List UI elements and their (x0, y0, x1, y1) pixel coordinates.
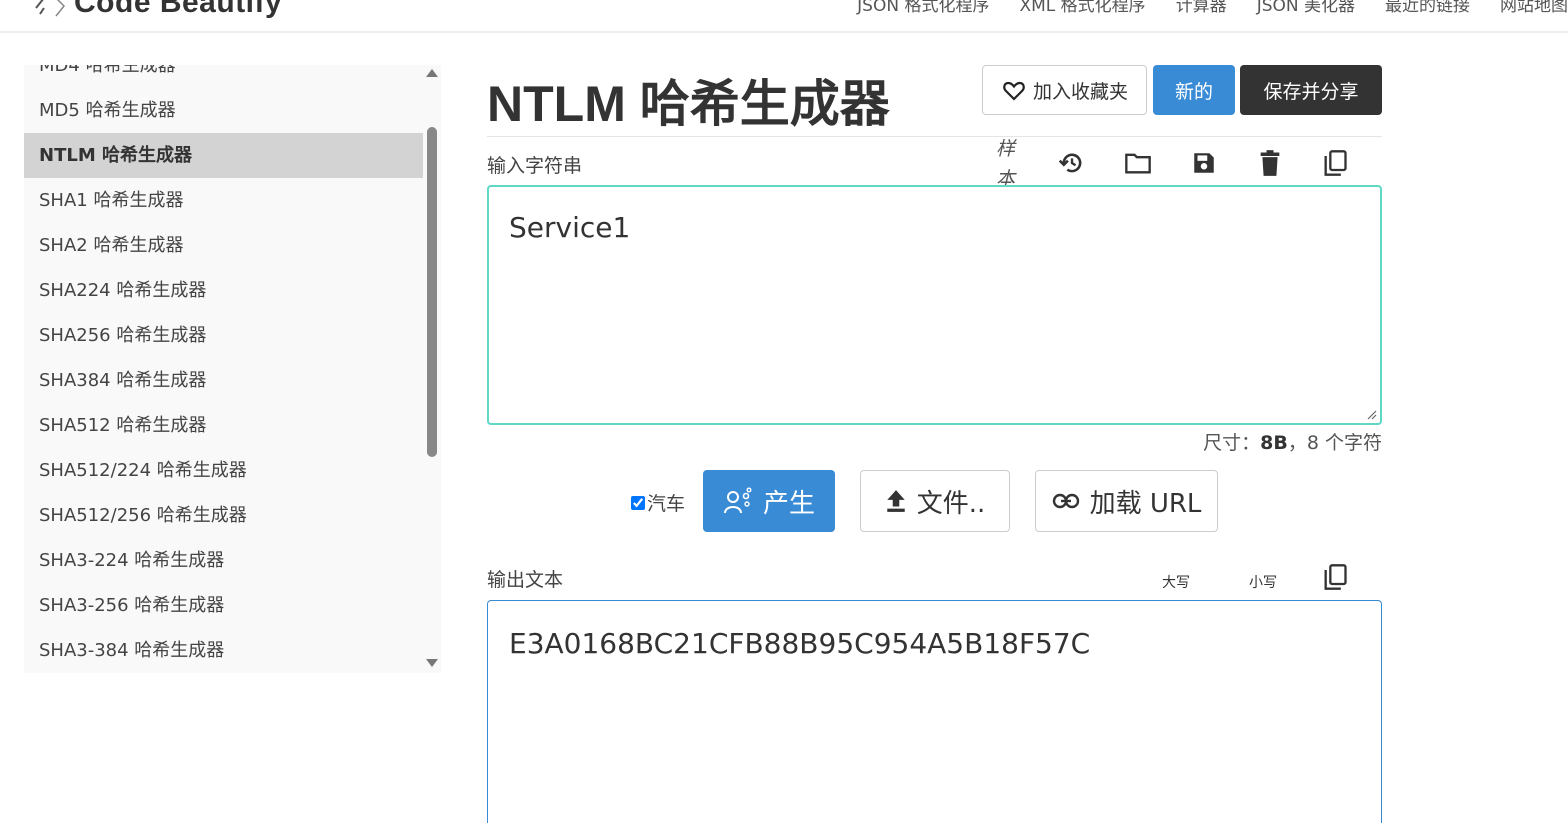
auto-checkbox[interactable] (631, 495, 645, 510)
sidebar-item-sha512[interactable]: SHA512 哈希生成器 (24, 403, 424, 448)
add-favorite-button[interactable]: 加入收藏夹 (982, 65, 1147, 115)
generate-label: 产生 (762, 488, 815, 519)
link-icon (1052, 493, 1079, 509)
sidebar-item-md4[interactable]: MD4 哈希生成器 (24, 65, 424, 88)
input-textarea[interactable]: Service1 (487, 185, 1382, 425)
output-text: E3A0168BC21CFB88B95C954A5B18F57C (509, 627, 1091, 660)
size-info: 尺寸：8B，8 个字符 (1203, 432, 1382, 454)
top-nav: JSON 格式化程序 XML 格式化程序 计算器 JSON 美化器 最近的链接 … (857, 0, 1568, 16)
sidebar-item-sha224[interactable]: SHA224 哈希生成器 (24, 268, 424, 313)
nav-xml-formatter[interactable]: XML 格式化程序 (1019, 0, 1145, 16)
auto-toggle[interactable]: 汽车 (631, 489, 685, 516)
sidebar: MD4 哈希生成器 MD5 哈希生成器 NTLM 哈希生成器 SHA1 哈希生成… (24, 65, 441, 673)
output-label: 输出文本 (487, 569, 564, 591)
generate-button[interactable]: 产生 (703, 470, 835, 532)
title-divider (487, 136, 1382, 137)
file-label: 文件.. (916, 488, 986, 519)
sidebar-item-sha1[interactable]: SHA1 哈希生成器 (24, 178, 424, 223)
sidebar-item-sha384[interactable]: SHA384 哈希生成器 (24, 358, 424, 403)
logo-text: Code Beautify (74, 0, 283, 19)
copy-output-icon[interactable] (1320, 562, 1350, 592)
page-title: NTLM 哈希生成器 (487, 76, 890, 132)
generate-icon (723, 487, 752, 514)
new-button[interactable]: 新的 (1153, 65, 1235, 115)
sidebar-item-sha3-384[interactable]: SHA3-384 哈希生成器 (24, 628, 424, 673)
load-url-label: 加载 URL (1089, 488, 1202, 519)
scroll-thumb[interactable] (427, 127, 437, 457)
resize-grip-icon[interactable] (1367, 410, 1377, 420)
input-label: 输入字符串 (487, 155, 583, 177)
save-icon[interactable] (1189, 148, 1219, 178)
nav-json-formatter[interactable]: JSON 格式化程序 (857, 0, 989, 16)
nav-json-beautifier[interactable]: JSON 美化器 (1257, 0, 1355, 16)
add-favorite-label: 加入收藏夹 (1032, 80, 1128, 103)
scroll-down-arrow-icon[interactable] (426, 659, 438, 667)
lowercase-button[interactable]: 小写 (1249, 572, 1277, 592)
heart-icon (1003, 81, 1025, 101)
save-share-button[interactable]: 保存并分享 (1240, 65, 1382, 115)
upload-icon (887, 490, 905, 512)
sidebar-item-sha512-224[interactable]: SHA512/224 哈希生成器 (24, 448, 424, 493)
input-text: Service1 (509, 211, 631, 244)
sidebar-item-sha512-256[interactable]: SHA512/256 哈希生成器 (24, 493, 424, 538)
load-url-button[interactable]: 加载 URL (1035, 470, 1218, 532)
history-icon[interactable] (1057, 148, 1087, 178)
sidebar-item-md5[interactable]: MD5 哈希生成器 (24, 88, 424, 133)
uppercase-button[interactable]: 大写 (1162, 572, 1190, 592)
scroll-up-arrow-icon[interactable] (426, 69, 438, 77)
size-bytes: 8B (1260, 432, 1288, 454)
sidebar-item-sha2[interactable]: SHA2 哈希生成器 (24, 223, 424, 268)
sidebar-list: MD4 哈希生成器 MD5 哈希生成器 NTLM 哈希生成器 SHA1 哈希生成… (24, 65, 424, 673)
logo-icon (35, 0, 66, 17)
copy-icon[interactable] (1320, 148, 1350, 178)
nav-recent-links[interactable]: 最近的链接 (1385, 0, 1470, 16)
nav-sitemap[interactable]: 网站地图 (1500, 0, 1568, 16)
site-logo[interactable]: Code Beautify (30, 0, 282, 20)
sidebar-scrollbar[interactable] (424, 65, 441, 673)
sidebar-item-sha256[interactable]: SHA256 哈希生成器 (24, 313, 424, 358)
file-upload-button[interactable]: 文件.. (860, 470, 1010, 532)
sidebar-item-sha3-224[interactable]: SHA3-224 哈希生成器 (24, 538, 424, 583)
trash-icon[interactable] (1255, 148, 1285, 178)
sidebar-item-sha3-256[interactable]: SHA3-256 哈希生成器 (24, 583, 424, 628)
sidebar-item-ntlm[interactable]: NTLM 哈希生成器 (24, 133, 423, 178)
folder-icon[interactable] (1123, 148, 1153, 178)
top-header: Code Beautify JSON 格式化程序 XML 格式化程序 计算器 J… (0, 0, 1568, 33)
auto-label: 汽车 (647, 493, 686, 515)
nav-calculator[interactable]: 计算器 (1176, 0, 1227, 16)
output-textarea[interactable]: E3A0168BC21CFB88B95C954A5B18F57C (487, 600, 1382, 823)
